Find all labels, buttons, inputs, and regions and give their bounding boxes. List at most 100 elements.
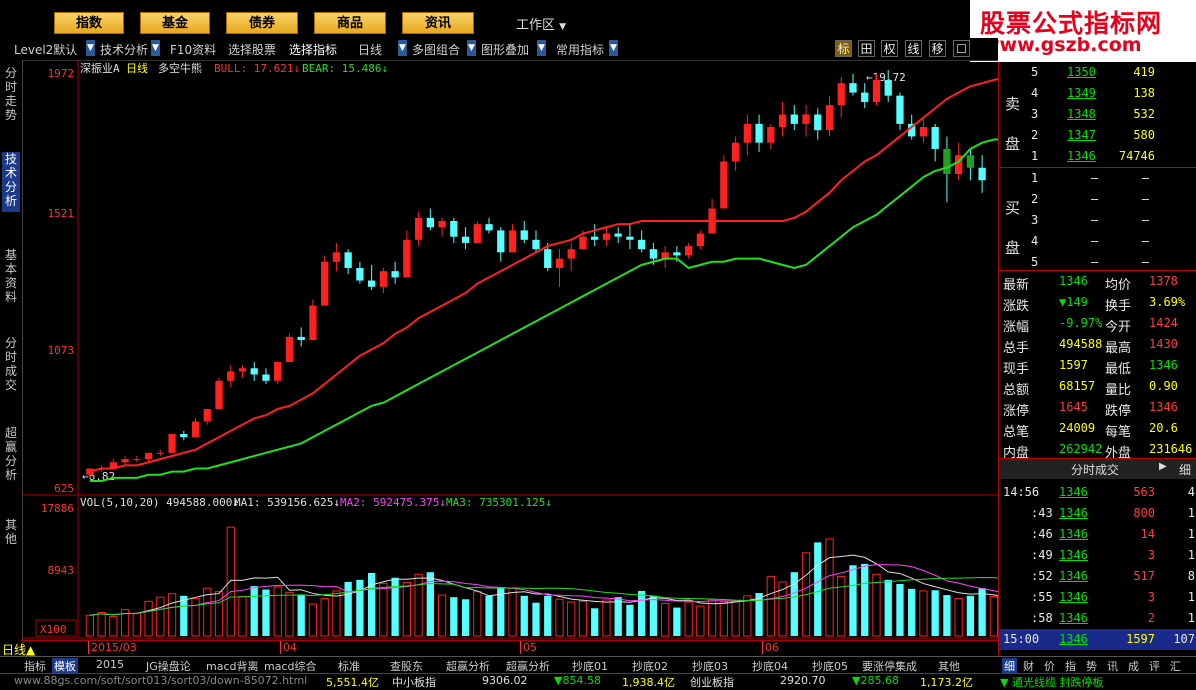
candle	[309, 299, 317, 341]
sell-level-row[interactable]: 1 1346 74746	[999, 146, 1196, 167]
trade-row[interactable]: :49 1346 3 1	[999, 545, 1196, 566]
status-index-change-3: ▼285.68	[852, 674, 899, 687]
kline-svg[interactable]: 深振业A 日线 多空牛熊 BULL: 17.621↓ BEAR: 15.486↓…	[22, 60, 998, 640]
indicator-tab[interactable]: 2015	[96, 658, 124, 671]
level-price: —	[1091, 192, 1099, 206]
status-index-name-3[interactable]: 创业板指	[690, 674, 734, 690]
indicator-tab[interactable]: 指标	[24, 658, 46, 674]
toolbar-tech-analysis[interactable]: 技术分析	[100, 41, 148, 58]
left-tab-trades[interactable]: 分时成交	[2, 336, 20, 396]
right-tab[interactable]: 指	[1065, 658, 1076, 674]
sell-level-row[interactable]: 4 1349 138	[999, 83, 1196, 104]
left-tab-super-analysis[interactable]: 超赢分析	[2, 426, 20, 486]
quote-value: -9.97%	[1059, 316, 1103, 330]
indicator-tab[interactable]: 超赢分析	[506, 658, 550, 674]
level-price: —	[1091, 234, 1099, 248]
left-tab-fundamental[interactable]: 基本资料	[2, 248, 20, 308]
buy-level-row[interactable]: 4 — —	[999, 231, 1196, 252]
play-icon[interactable]: ▶	[1159, 461, 1167, 472]
toolbar-multi-chart[interactable]: 多图组合	[412, 41, 460, 58]
right-tab[interactable]: 成	[1128, 658, 1139, 674]
kline-chart[interactable]: 深振业A 日线 多空牛熊 BULL: 17.621↓ BEAR: 15.486↓…	[22, 60, 998, 640]
right-tab[interactable]: 汇	[1170, 658, 1181, 674]
indicator-tab[interactable]: 其他	[938, 658, 960, 674]
trade-row[interactable]: :46 1346 14 1	[999, 524, 1196, 545]
indicator-tab[interactable]: 标准	[338, 658, 360, 674]
right-tab[interactable]: 评	[1149, 658, 1160, 674]
indicator-tab[interactable]: 抄底03	[692, 658, 728, 674]
indicator-tab[interactable]: 抄底05	[812, 658, 848, 674]
nav-button-commodity[interactable]: 商品	[314, 12, 386, 34]
trade-row[interactable]: 15:00 1346 1597 107	[999, 629, 1196, 650]
status-ticker[interactable]: ▼ 通光线缆 封跌停板	[1000, 674, 1103, 690]
candle-body	[532, 239, 540, 250]
dropdown-arrow-icon[interactable]: ▼	[537, 40, 546, 56]
buy-level-row[interactable]: 2 — —	[999, 189, 1196, 210]
sell-level-row[interactable]: 5 1350 419	[999, 62, 1196, 83]
indicator-tab[interactable]: JG操盘论	[146, 658, 191, 674]
volume-bar	[167, 593, 177, 637]
indicator-tab[interactable]: 要涨停集成	[862, 658, 917, 674]
trade-count: 107	[1173, 632, 1195, 646]
toolbar-common-indicators[interactable]: 常用指标	[556, 41, 604, 58]
mark-icon[interactable]: 标	[835, 40, 852, 57]
detail-button[interactable]: 细	[1179, 461, 1191, 478]
buy-level-row[interactable]: 3 — —	[999, 210, 1196, 231]
sell-level-row[interactable]: 2 1347 580	[999, 125, 1196, 146]
indicator-tab[interactable]: macd背离	[206, 658, 259, 674]
right-tab[interactable]: 细	[1002, 658, 1017, 674]
trade-row[interactable]: :43 1346 800 1	[999, 503, 1196, 524]
sell-level-row[interactable]: 3 1348 532	[999, 104, 1196, 125]
dropdown-arrow-icon[interactable]: ▼	[467, 40, 476, 56]
trade-row[interactable]: :58 1346 2 1	[999, 608, 1196, 629]
indicator-tab[interactable]: macd综合	[264, 658, 317, 674]
indicator-tab[interactable]: 抄底01	[572, 658, 608, 674]
left-tab-technical[interactable]: 技术分析	[2, 152, 20, 212]
indicator-tab[interactable]: 抄底02	[632, 658, 668, 674]
dropdown-arrow-icon[interactable]: ▼	[609, 40, 618, 56]
trade-row[interactable]: 14:56 1346 563 4	[999, 482, 1196, 503]
trade-row[interactable]: :55 1346 3 1	[999, 587, 1196, 608]
trade-time: :46	[1031, 527, 1053, 541]
status-index-name-2[interactable]: 中小板指	[392, 674, 436, 690]
toolbar-daily[interactable]: 日线	[358, 41, 382, 58]
nav-button-fund[interactable]: 基金	[140, 12, 210, 34]
indicator-tab[interactable]: 查股东	[390, 658, 423, 674]
indicator-tab[interactable]: 抄底04	[752, 658, 788, 674]
toolbar-select-indicator[interactable]: 选择指标	[289, 41, 337, 58]
left-tab-other[interactable]: 其他	[2, 518, 20, 548]
indicator-tab[interactable]: 超赢分析	[446, 658, 490, 674]
rights-icon[interactable]: 权	[881, 40, 898, 57]
candle-body	[778, 114, 787, 128]
nav-button-index[interactable]: 指数	[54, 12, 124, 34]
candle	[567, 242, 575, 272]
left-tab-intraday[interactable]: 分时走势	[2, 66, 20, 126]
toolbar-level2[interactable]: Level2默认	[14, 41, 77, 58]
buy-level-row[interactable]: 1 — —	[999, 168, 1196, 189]
nav-button-news[interactable]: 资讯	[402, 12, 474, 34]
line-icon[interactable]: 线	[905, 40, 922, 57]
toolbar-overlay[interactable]: 图形叠加	[481, 41, 529, 58]
window-icon[interactable]: ☐	[953, 40, 970, 57]
candle-body	[743, 123, 751, 143]
right-tab[interactable]: 讯	[1107, 658, 1118, 674]
trade-row[interactable]: :52 1346 517 8	[999, 566, 1196, 587]
candle	[367, 264, 376, 290]
move-icon[interactable]: 移	[929, 40, 946, 57]
toolbar-f10[interactable]: F10资料	[170, 41, 216, 58]
workarea-label[interactable]: 工作区 ▼	[516, 14, 566, 33]
right-tab[interactable]: 财	[1023, 658, 1034, 674]
toolbar-select-stock[interactable]: 选择股票	[228, 41, 276, 58]
dropdown-arrow-icon[interactable]: ▼	[151, 40, 160, 56]
right-tab[interactable]: 势	[1086, 658, 1097, 674]
candle	[520, 221, 528, 243]
volume-bar	[109, 616, 118, 637]
indicator-tab[interactable]: 模板	[52, 658, 78, 674]
dropdown-arrow-icon[interactable]: ▼	[86, 40, 95, 56]
right-tab[interactable]: 价	[1044, 658, 1055, 674]
candle-body	[321, 261, 329, 306]
grid-icon[interactable]: 田	[858, 40, 875, 57]
dropdown-arrow-icon[interactable]: ▼	[398, 40, 407, 56]
volume-bar	[638, 590, 646, 636]
nav-button-bond[interactable]: 债券	[226, 12, 298, 34]
